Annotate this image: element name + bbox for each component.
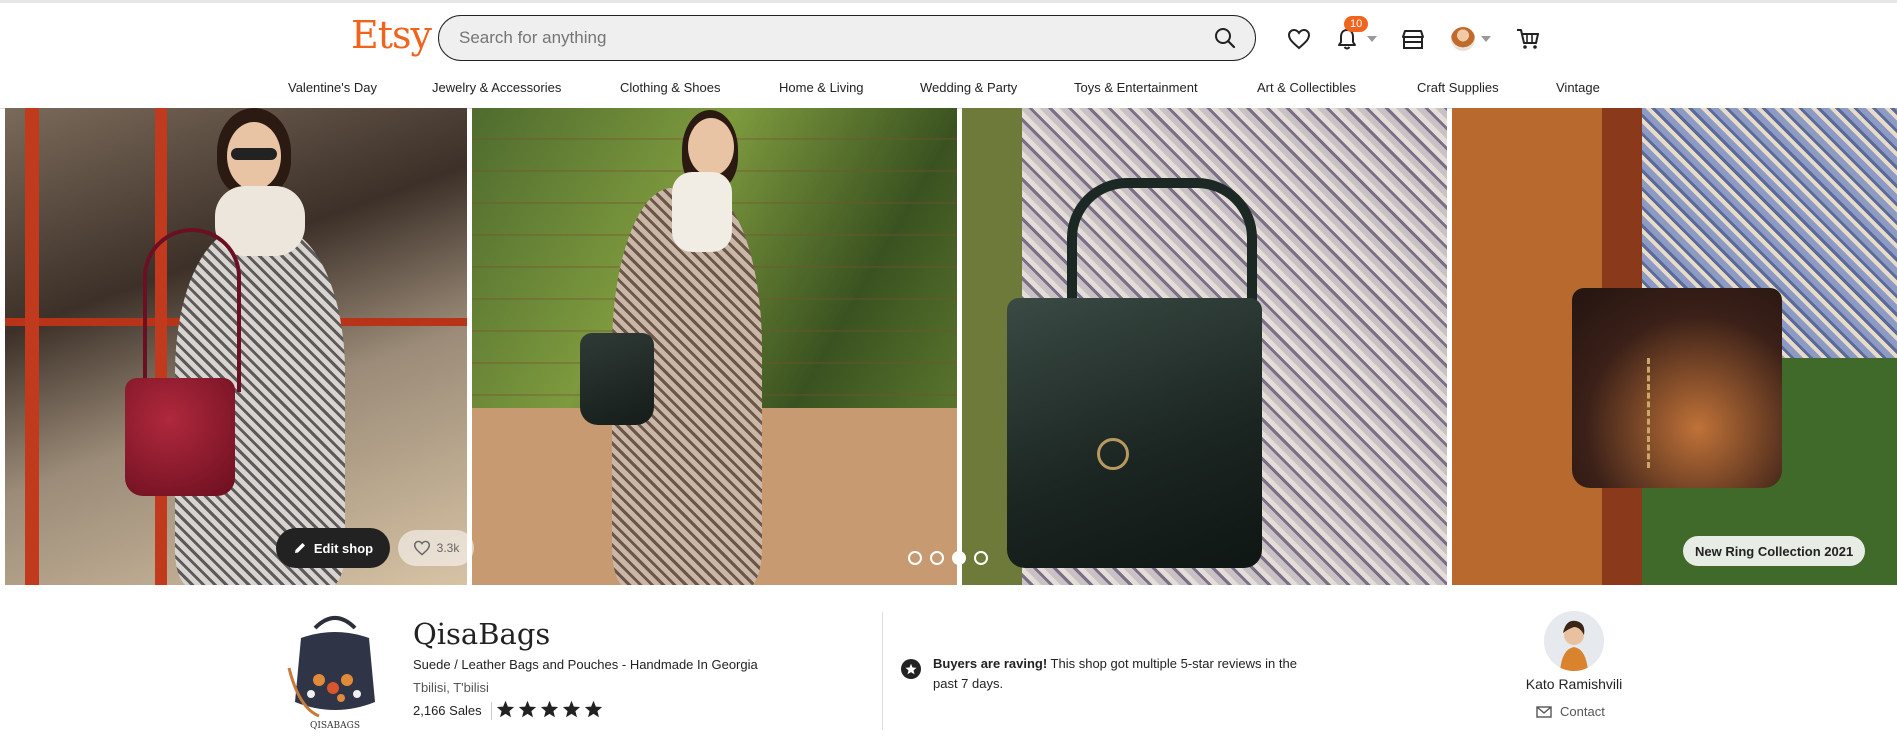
shop-rating-stars[interactable]: [496, 700, 603, 718]
heart-icon: [413, 540, 430, 556]
category-clothing-shoes[interactable]: Clothing & Shoes: [620, 80, 720, 95]
rave-heading: Buyers are raving!: [933, 656, 1048, 671]
star-icon: [584, 700, 603, 718]
category-craft-supplies[interactable]: Craft Supplies: [1417, 80, 1499, 95]
collection-label[interactable]: New Ring Collection 2021: [1683, 536, 1866, 566]
notification-badge: 10: [1344, 16, 1369, 32]
mail-icon: [1536, 705, 1552, 718]
contact-label: Contact: [1560, 704, 1605, 719]
edit-shop-button[interactable]: Edit shop: [276, 528, 390, 568]
shop-location: Tbilisi, T'bilisi: [413, 680, 489, 695]
account-avatar[interactable]: [1451, 27, 1475, 51]
favorites-count: 3.3k: [436, 541, 460, 555]
edit-shop-label: Edit shop: [313, 540, 374, 556]
cart-icon[interactable]: [1515, 26, 1541, 52]
carousel-dot[interactable]: [908, 551, 922, 565]
shop-sales[interactable]: 2,166 Sales: [413, 703, 482, 718]
buyers-raving-note: Buyers are raving! This shop got multipl…: [933, 654, 1303, 694]
banner-photo-4: [1452, 108, 1897, 585]
shop-logo[interactable]: QISABAGS: [279, 608, 391, 731]
divider: [882, 612, 883, 730]
contact-owner-link[interactable]: Contact: [1536, 704, 1605, 719]
banner-photo-1: [5, 108, 467, 585]
favorite-shop-button[interactable]: 3.3k: [398, 530, 474, 566]
divider: [491, 702, 492, 720]
category-art-collectibles[interactable]: Art & Collectibles: [1257, 80, 1356, 95]
star-icon: [540, 700, 559, 718]
search-input[interactable]: [457, 27, 1181, 49]
shop-banner-carousel[interactable]: Edit shop 3.3k New Ring Collection 2021: [5, 108, 1897, 585]
etsy-logo[interactable]: Etsy: [351, 13, 432, 57]
carousel-dots: [908, 551, 988, 565]
category-wedding-party[interactable]: Wedding & Party: [920, 80, 1017, 95]
star-icon: [562, 700, 581, 718]
star-icon: [496, 700, 515, 718]
category-jewelry-accessories[interactable]: Jewelry & Accessories: [432, 80, 561, 95]
pencil-icon: [294, 543, 305, 553]
shop-manager-store-icon[interactable]: [1400, 26, 1426, 52]
star-icon: [518, 700, 537, 718]
carousel-dot[interactable]: [974, 551, 988, 565]
category-nav: Valentine's Day Jewelry & Accessories Cl…: [0, 76, 1897, 109]
star-badge-icon: [901, 659, 921, 679]
svg-text:QISABAGS: QISABAGS: [310, 721, 360, 730]
chevron-down-icon[interactable]: [1481, 36, 1491, 42]
category-valentines-day[interactable]: Valentine's Day: [288, 80, 377, 95]
category-vintage[interactable]: Vintage: [1556, 80, 1600, 95]
carousel-dot-active[interactable]: [952, 551, 966, 565]
category-home-living[interactable]: Home & Living: [779, 80, 864, 95]
favorites-heart-icon[interactable]: [1286, 26, 1312, 52]
banner-photo-3: [962, 108, 1447, 585]
top-border: [0, 0, 1897, 3]
shop-name: QisaBags: [413, 617, 551, 651]
banner-photo-2: [472, 108, 957, 585]
search-bar[interactable]: [438, 15, 1256, 61]
owner-avatar[interactable]: [1544, 611, 1604, 671]
shop-tagline: Suede / Leather Bags and Pouches - Handm…: [413, 657, 758, 672]
owner-name: Kato Ramishvili: [1525, 676, 1623, 692]
category-toys-entertainment[interactable]: Toys & Entertainment: [1074, 80, 1198, 95]
carousel-dot[interactable]: [930, 551, 944, 565]
search-icon[interactable]: [1213, 26, 1237, 55]
chevron-down-icon[interactable]: [1367, 36, 1377, 42]
